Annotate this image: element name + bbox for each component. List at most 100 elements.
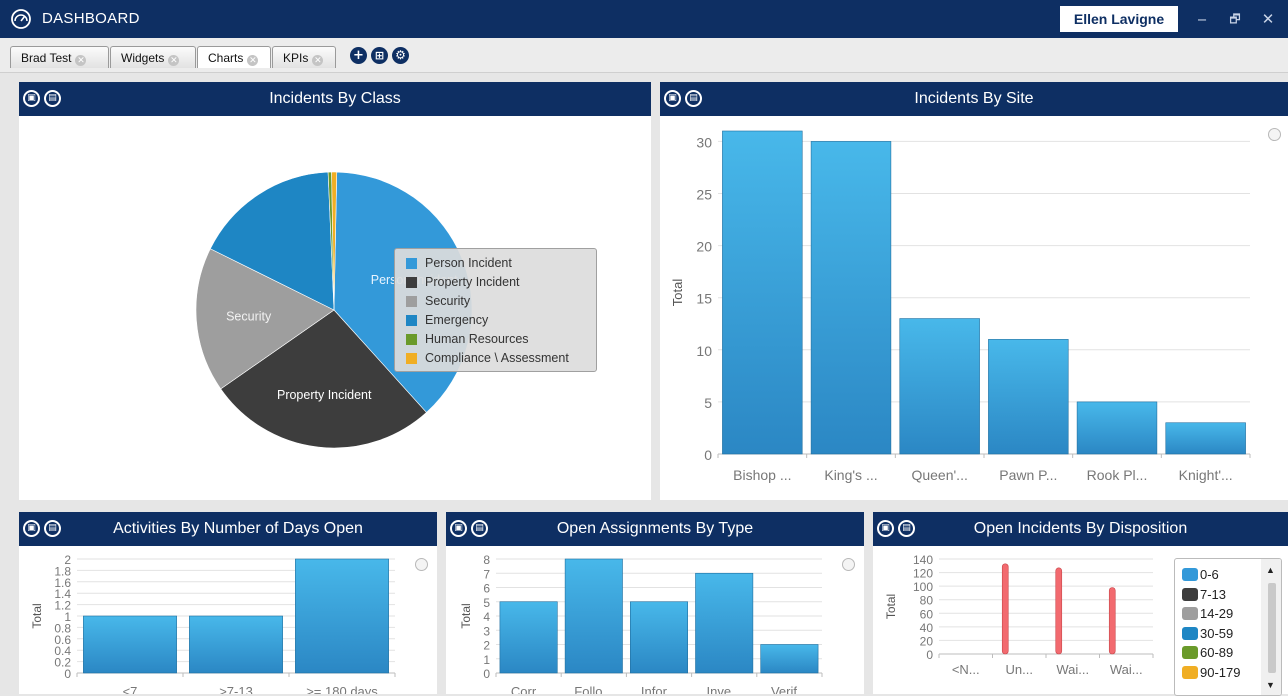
- add-tab-icon[interactable]: +: [350, 47, 367, 64]
- close-icon[interactable]: ✕: [1258, 9, 1278, 29]
- bar: [1108, 587, 1116, 655]
- tab-label: Charts: [208, 51, 244, 65]
- y-tick-label: 0: [926, 648, 933, 662]
- tab-bar: Brad Test ✕ Widgets ✕ Charts ✕ KPIs ✕: [0, 38, 1288, 73]
- export-icon[interactable]: ▣: [23, 520, 40, 537]
- tab-label: Brad Test: [21, 51, 72, 65]
- y-axis-label: Total: [30, 603, 44, 628]
- bar: [1165, 422, 1246, 455]
- y-tick-label: 15: [696, 291, 712, 307]
- y-tick-label: 6: [483, 582, 490, 596]
- legend-item: Human Resources: [395, 330, 596, 349]
- x-tick-label: Knight'...: [1179, 467, 1233, 483]
- y-tick-label: 1: [483, 653, 490, 667]
- title-bar: DASHBOARD Ellen Lavigne ‒ 🗗 ✕: [0, 0, 1288, 38]
- legend-item: Emergency: [395, 311, 596, 330]
- bar-chart: 0 5 10 15 20 25 30 Total Bishop ... King's ... Que…: [670, 130, 1251, 483]
- y-tick-label: 80: [920, 594, 934, 608]
- x-tick-label: Rook Pl...: [1087, 467, 1148, 483]
- legend-label: 60-89: [1200, 645, 1234, 660]
- close-tab-icon[interactable]: ✕: [312, 55, 324, 66]
- panel-open-assignments-by-type: ▣ ▤ Open Assignments By Type 0 1 2 3 4 5 6 7 8 To…: [446, 512, 864, 694]
- legend-swatch: [1182, 587, 1198, 601]
- legend-scrollbar[interactable]: ▲ ▼: [1261, 559, 1281, 695]
- tab-charts[interactable]: Charts ✕: [197, 46, 271, 68]
- y-tick-label: 30: [696, 134, 712, 150]
- panel-header: ▣ ▤ Incidents By Class: [19, 82, 651, 116]
- x-tick-label: Corr...: [511, 684, 546, 694]
- x-tick-label: Wai...: [1056, 662, 1089, 677]
- panel-incidents-by-class: ▣ ▤ Incidents By Class Person Incident Pr…: [19, 82, 651, 500]
- x-tick-label: <N...: [952, 662, 980, 677]
- panel-activities-by-days-open: ▣ ▤ Activities By Number of Days Open 00…: [19, 512, 437, 694]
- legend-swatch: [406, 296, 417, 307]
- panel-header: ▣ ▤ Activities By Number of Days Open: [19, 512, 437, 546]
- legend-item: Person Incident: [395, 254, 596, 273]
- close-tab-icon[interactable]: ✕: [247, 55, 259, 66]
- user-name-button[interactable]: Ellen Lavigne: [1060, 6, 1178, 32]
- bar: [988, 339, 1069, 455]
- panel-title: Activities By Number of Days Open: [113, 520, 363, 537]
- x-tick-label: Pawn P...: [999, 467, 1057, 483]
- bar: [760, 644, 819, 674]
- legend-swatch: [406, 315, 417, 326]
- x-tick-label: Queen'...: [911, 467, 967, 483]
- x-tick-label: King's ...: [824, 467, 877, 483]
- y-tick-label: 5: [704, 395, 712, 411]
- panel-title: Open Incidents By Disposition: [973, 520, 1188, 537]
- panel-header: ▣ ▤ Open Incidents By Disposition: [873, 512, 1288, 546]
- x-tick-label: <7: [123, 684, 138, 694]
- restore-icon[interactable]: 🗗: [1225, 9, 1245, 29]
- dashboard-gauge-icon: [11, 9, 31, 29]
- layout-icon[interactable]: ⊞: [371, 47, 388, 64]
- tab-kpis[interactable]: KPIs ✕: [272, 46, 336, 68]
- settings-icon[interactable]: ⚙: [392, 47, 409, 64]
- minimize-icon[interactable]: ‒: [1192, 9, 1212, 29]
- y-tick-label: 100: [913, 580, 933, 594]
- legend-swatch: [1182, 665, 1198, 679]
- bar: [1055, 567, 1063, 655]
- legend-swatch: [1182, 626, 1198, 640]
- y-tick-label: 0: [704, 447, 712, 463]
- legend-label: 30-59: [1200, 625, 1234, 641]
- panel-open-incidents-by-disposition: ▣ ▤ Open Incidents By Disposition 0 20 40 6…: [873, 512, 1288, 696]
- bar: [810, 141, 892, 455]
- legend-label: Human Resources: [425, 332, 529, 346]
- legend-label: Compliance \ Assessment: [425, 351, 569, 365]
- legend-label: Security: [425, 294, 471, 308]
- legend-swatch: [1182, 646, 1198, 659]
- y-tick-label: 10: [696, 343, 712, 359]
- x-tick-label: Wai...: [1110, 662, 1143, 677]
- tab-brad-test[interactable]: Brad Test ✕: [10, 46, 109, 68]
- scroll-thumb[interactable]: [1268, 583, 1276, 673]
- legend-swatch: [406, 277, 417, 288]
- bar-chart: 00.20.40.60.811.21.41.61.82Total<7 >7-13 >…: [30, 553, 396, 694]
- y-axis-label: Total: [670, 279, 685, 307]
- panel-incidents-by-site: ▣ ▤ Incidents By Site 0 5 10 15 20 25 30 Total B…: [660, 82, 1288, 500]
- bar: [899, 318, 980, 455]
- legend-item: Security: [395, 292, 596, 311]
- tab-widgets[interactable]: Widgets ✕: [110, 46, 196, 68]
- y-tick-label: 20: [696, 239, 712, 255]
- y-tick-label: 0: [483, 667, 490, 681]
- y-tick-label: 7: [483, 567, 490, 581]
- legend-item: Property Incident: [395, 273, 596, 292]
- close-tab-icon[interactable]: ✕: [168, 55, 180, 66]
- bar-chart: 020406080100120140 Total <N... Un... Wai... W…: [884, 553, 1154, 677]
- panel-title: Open Assignments By Type: [556, 520, 754, 537]
- bar: [295, 558, 389, 674]
- scroll-up-icon[interactable]: ▲: [1266, 565, 1275, 575]
- bar: [1076, 401, 1158, 455]
- bar-chart: 012345678 Total Corr... Follo... Infor... Inv…: [459, 553, 823, 694]
- legend-item: Compliance \ Assessment: [395, 349, 596, 368]
- x-tick-label: Inve...: [706, 684, 741, 694]
- bar: [564, 558, 623, 674]
- x-tick-label: Infor...: [641, 684, 677, 694]
- bar: [499, 601, 558, 674]
- close-tab-icon[interactable]: ✕: [75, 55, 87, 66]
- y-tick-label: 60: [920, 607, 934, 621]
- bar: [722, 130, 803, 455]
- y-tick-label: 40: [920, 621, 934, 635]
- y-tick-label: 2: [64, 553, 71, 567]
- scroll-down-icon[interactable]: ▼: [1266, 680, 1275, 690]
